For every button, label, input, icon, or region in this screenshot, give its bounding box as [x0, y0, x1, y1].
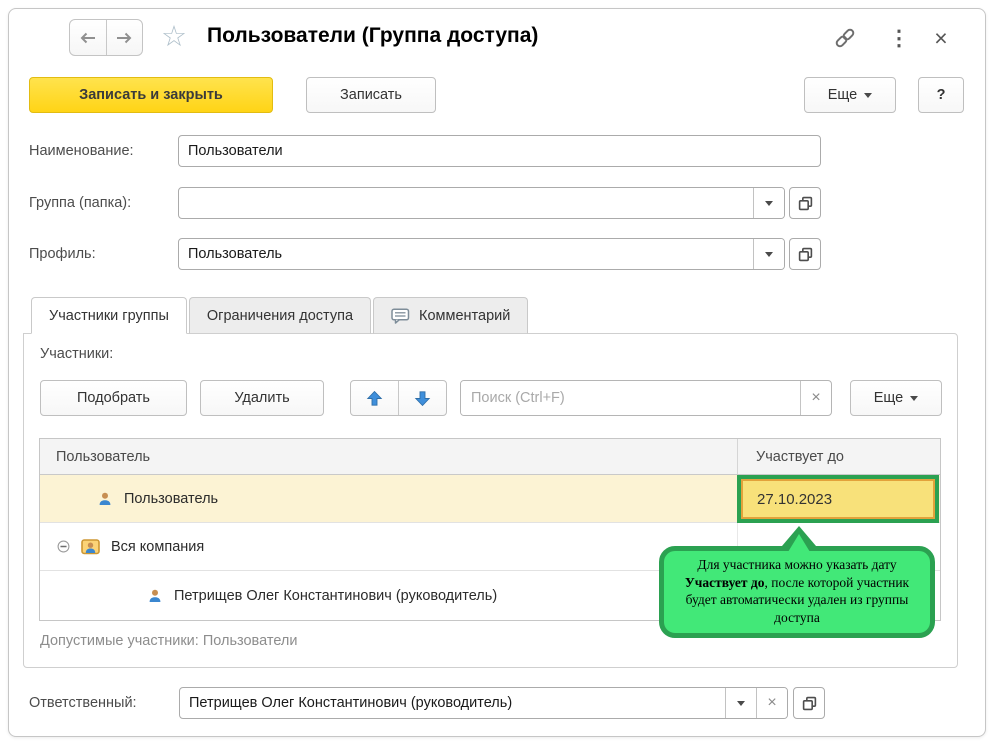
chevron-down-icon: [765, 252, 773, 257]
tooltip-text: Для участника можно указать дату: [697, 557, 896, 572]
column-header-until[interactable]: Участвует до: [737, 439, 940, 474]
member-search-box: ×: [460, 380, 832, 416]
tab-comment-label: Комментарий: [419, 308, 510, 324]
clear-x-icon: ×: [767, 694, 776, 712]
profile-input[interactable]: [179, 239, 753, 269]
pick-members-button[interactable]: Подобрать: [40, 380, 187, 416]
profile-choose-button[interactable]: [789, 238, 821, 270]
responsible-choose-button[interactable]: [793, 687, 825, 719]
get-link-button[interactable]: [831, 25, 859, 51]
favorite-star-icon[interactable]: ☆: [161, 20, 187, 54]
user-icon: [97, 491, 113, 507]
name-field-box: [178, 135, 821, 167]
choose-from-list-icon: [798, 196, 813, 211]
forward-button[interactable]: [106, 20, 143, 55]
profile-dropdown-button[interactable]: [753, 239, 784, 269]
name-input[interactable]: [179, 136, 820, 166]
table-header: Пользователь Участвует до: [40, 439, 940, 475]
collapse-expander-icon[interactable]: [57, 540, 70, 553]
form-more-button[interactable]: Еще: [804, 77, 896, 113]
save-and-close-button[interactable]: Записать и закрыть: [29, 77, 273, 113]
down-arrow-icon: [414, 390, 431, 407]
members-more-button[interactable]: Еще: [850, 380, 942, 416]
help-button[interactable]: ?: [918, 77, 964, 113]
link-icon: [833, 26, 857, 50]
page-title: Пользователи (Группа доступа): [207, 24, 538, 48]
member-search-input[interactable]: [461, 381, 800, 415]
responsible-label: Ответственный:: [29, 695, 137, 711]
forward-arrow-icon: [115, 31, 133, 45]
up-arrow-icon: [366, 390, 383, 407]
folder-field-box: [178, 187, 785, 219]
move-buttons-group: [350, 380, 447, 416]
tooltip-text-bold: Участвует до: [685, 575, 765, 590]
choose-from-list-icon: [802, 696, 817, 711]
members-label: Участники:: [40, 346, 113, 362]
kebab-menu-icon: ⋮: [889, 26, 910, 51]
comment-bubble-icon: [391, 308, 410, 324]
annotation-tooltip: Для участника можно указать дату Участву…: [659, 546, 935, 638]
move-down-button[interactable]: [398, 381, 446, 415]
tab-restrictions[interactable]: Ограничения доступа: [189, 297, 371, 334]
history-nav-group: [69, 19, 143, 56]
responsible-field-box: ×: [179, 687, 788, 719]
access-group-window: ☆ Пользователи (Группа доступа) ⋮ × Запи…: [8, 8, 986, 737]
close-icon: ×: [934, 26, 947, 50]
tab-comment[interactable]: Комментарий: [373, 297, 528, 334]
clear-x-icon: ×: [811, 389, 820, 407]
tab-members[interactable]: Участники группы: [31, 297, 187, 334]
responsible-dropdown-button[interactable]: [725, 688, 756, 718]
tab-bar: Участники группы Ограничения доступа Ком…: [31, 297, 530, 334]
responsible-input[interactable]: [180, 688, 725, 718]
save-button[interactable]: Записать: [306, 77, 436, 113]
member-until-cell[interactable]: 27.10.2023: [741, 479, 935, 519]
column-header-user[interactable]: Пользователь: [40, 439, 737, 474]
profile-field-box: [178, 238, 785, 270]
remove-member-button[interactable]: Удалить: [200, 380, 324, 416]
name-label: Наименование:: [29, 143, 134, 159]
chevron-down-icon: [910, 396, 918, 401]
chevron-down-icon: [737, 701, 745, 706]
folder-input[interactable]: [179, 188, 753, 218]
folder-label: Группа (папка):: [29, 195, 131, 211]
user-icon: [147, 588, 163, 604]
chevron-down-icon: [765, 201, 773, 206]
allowed-members-note: Допустимые участники: Пользователи: [40, 633, 297, 649]
folder-choose-button[interactable]: [789, 187, 821, 219]
folder-dropdown-button[interactable]: [753, 188, 784, 218]
move-up-button[interactable]: [351, 381, 398, 415]
choose-from-list-icon: [798, 247, 813, 262]
profile-label: Профиль:: [29, 246, 96, 262]
back-arrow-icon: [79, 31, 97, 45]
chevron-down-icon: [864, 93, 872, 98]
member-name: Пользователь: [124, 491, 218, 507]
user-group-icon: [81, 538, 100, 555]
window-menu-button[interactable]: ⋮: [885, 25, 913, 51]
back-button[interactable]: [70, 20, 106, 55]
table-row[interactable]: Пользователь 27.10.2023: [40, 475, 940, 523]
search-clear-button[interactable]: ×: [800, 381, 831, 415]
tooltip-arrow-icon: [788, 534, 810, 552]
responsible-clear-button[interactable]: ×: [756, 688, 787, 718]
close-window-button[interactable]: ×: [927, 25, 955, 51]
more-label: Еще: [828, 87, 858, 103]
member-name: Петрищев Олег Константинович (руководите…: [174, 588, 497, 604]
more-label: Еще: [874, 390, 904, 406]
member-name: Вся компания: [111, 539, 204, 555]
